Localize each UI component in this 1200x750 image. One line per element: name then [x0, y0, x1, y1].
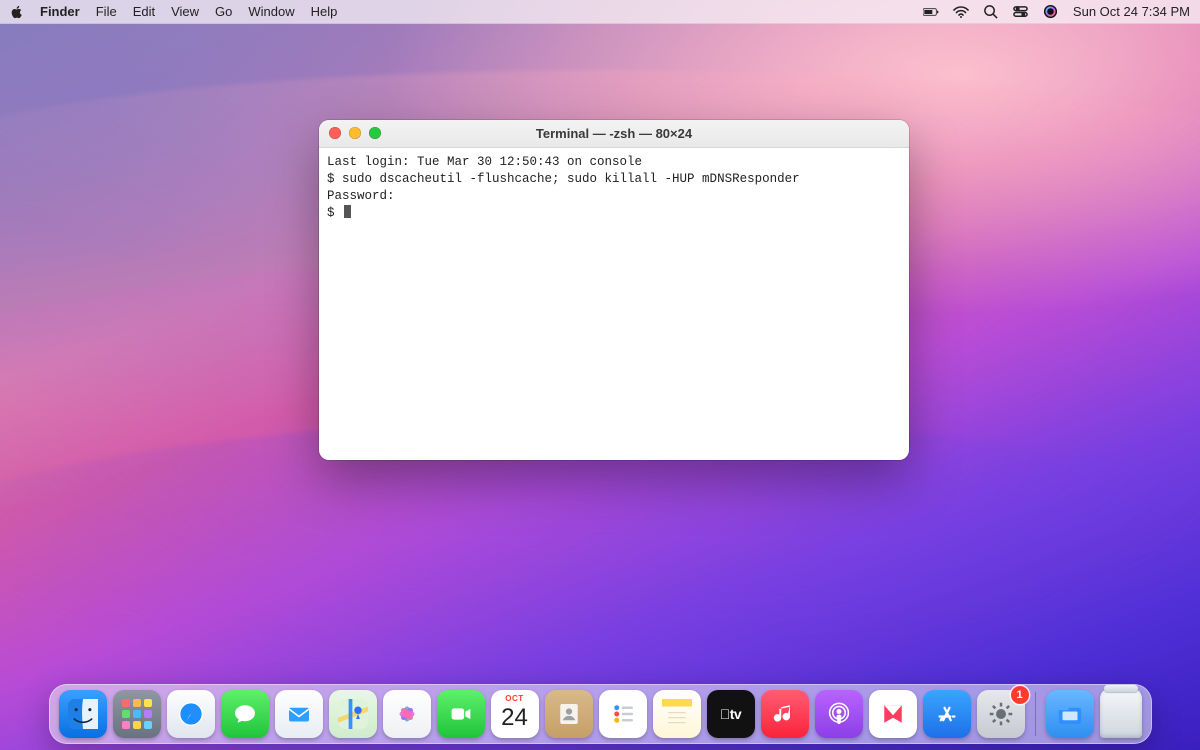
- terminal-window[interactable]: Terminal — -zsh — 80×24 Last login: Tue …: [319, 120, 909, 460]
- dock-separator: [1035, 692, 1036, 736]
- window-titlebar[interactable]: Terminal — -zsh — 80×24: [319, 120, 909, 148]
- minimize-button[interactable]: [349, 127, 361, 139]
- close-button[interactable]: [329, 127, 341, 139]
- terminal-prompt: $: [327, 206, 335, 220]
- menu-datetime[interactable]: Sun Oct 24 7:34 PM: [1073, 4, 1190, 19]
- dock-safari[interactable]: [167, 690, 215, 738]
- dock: OCT 24 tv: [0, 684, 1200, 744]
- dock-trash[interactable]: [1100, 690, 1142, 738]
- dock-photos[interactable]: [383, 690, 431, 738]
- dock-calendar[interactable]: OCT 24: [491, 690, 539, 738]
- active-app-name[interactable]: Finder: [40, 4, 80, 19]
- terminal-line: Password:: [327, 189, 395, 203]
- window-title: Terminal — -zsh — 80×24: [536, 126, 692, 141]
- dock-reminders[interactable]: [599, 690, 647, 738]
- terminal-output[interactable]: Last login: Tue Mar 30 12:50:43 on conso…: [319, 148, 909, 228]
- dock-facetime[interactable]: [437, 690, 485, 738]
- wifi-icon[interactable]: [953, 4, 969, 20]
- menu-window[interactable]: Window: [248, 4, 294, 19]
- launchpad-grid-icon: [122, 699, 152, 729]
- dock-launchpad[interactable]: [113, 690, 161, 738]
- dock-maps[interactable]: [329, 690, 377, 738]
- zoom-button[interactable]: [369, 127, 381, 139]
- battery-icon[interactable]: [923, 4, 939, 20]
- menu-bar: Finder File Edit View Go Window Help: [0, 0, 1200, 24]
- terminal-line: $ sudo dscacheutil -flushcache; sudo kil…: [327, 172, 800, 186]
- dock-news[interactable]: [869, 690, 917, 738]
- dock-music[interactable]: [761, 690, 809, 738]
- desktop: Finder File Edit View Go Window Help: [0, 0, 1200, 750]
- control-center-icon[interactable]: [1013, 4, 1029, 20]
- dock-messages[interactable]: [221, 690, 269, 738]
- menu-edit[interactable]: Edit: [133, 4, 155, 19]
- menu-help[interactable]: Help: [311, 4, 338, 19]
- dock-mail[interactable]: [275, 690, 323, 738]
- apple-menu-icon[interactable]: [10, 5, 24, 19]
- dock-notes[interactable]: [653, 690, 701, 738]
- dock-podcasts[interactable]: [815, 690, 863, 738]
- menu-view[interactable]: View: [171, 4, 199, 19]
- menu-go[interactable]: Go: [215, 4, 232, 19]
- dock-appstore[interactable]: [923, 690, 971, 738]
- dock-downloads-folder[interactable]: [1046, 690, 1094, 738]
- menu-file[interactable]: File: [96, 4, 117, 19]
- dock-tray: OCT 24 tv: [49, 684, 1152, 744]
- notification-badge: 1: [1011, 686, 1029, 704]
- tv-logo-icon: tv: [720, 706, 741, 722]
- siri-icon[interactable]: [1043, 4, 1059, 20]
- calendar-day-label: 24: [491, 704, 539, 732]
- dock-contacts[interactable]: [545, 690, 593, 738]
- cursor-icon: [344, 205, 351, 218]
- dock-finder[interactable]: [59, 690, 107, 738]
- calendar-month-label: OCT: [491, 694, 539, 703]
- dock-tv[interactable]: tv: [707, 690, 755, 738]
- spotlight-icon[interactable]: [983, 4, 999, 20]
- dock-system-preferences[interactable]: 1: [977, 690, 1025, 738]
- terminal-line: Last login: Tue Mar 30 12:50:43 on conso…: [327, 155, 642, 169]
